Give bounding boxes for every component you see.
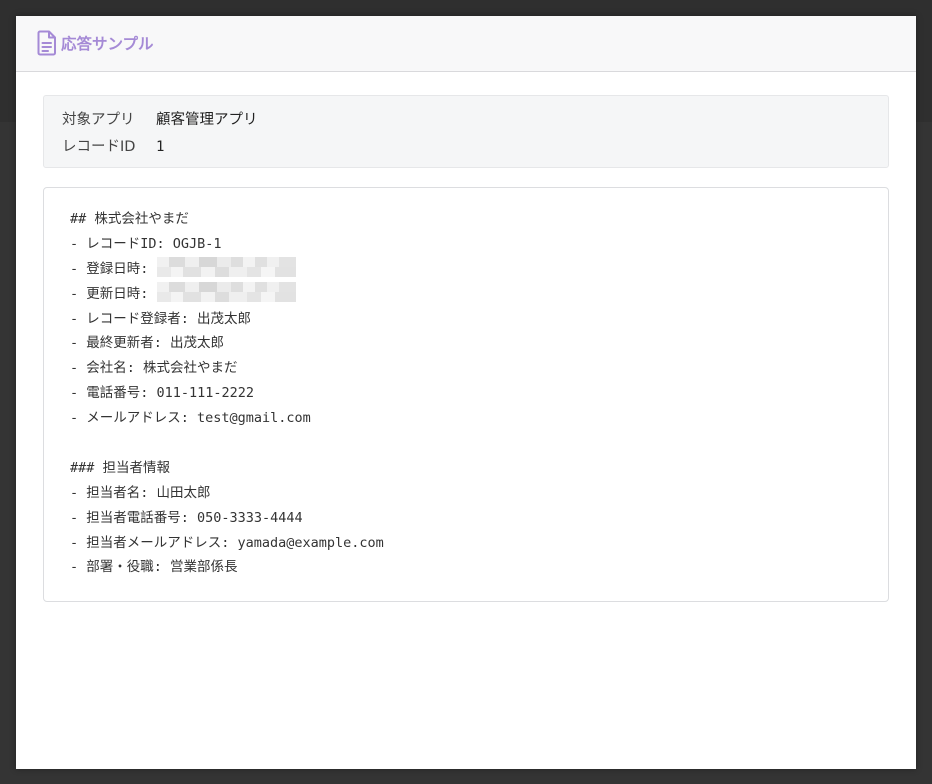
- document-icon: [37, 30, 56, 56]
- response-line: - 担当者名: 山田太郎: [70, 484, 211, 501]
- response-content: ## 株式会社やまだ - レコードID: OGJB-1 - 登録日時: - 更新日時…: [43, 187, 889, 602]
- response-line: - 部署・役職: 営業部係長: [70, 559, 238, 576]
- record-id-label: レコードID: [62, 139, 136, 155]
- response-line: - 最終更新者: 出茂太郎: [70, 335, 225, 352]
- response-line: - 担当者メールアドレス: yamada@example.com: [70, 534, 384, 551]
- response-line: - 登録日時:: [70, 257, 384, 282]
- response-line: - 会社名: 株式会社やまだ: [70, 360, 238, 377]
- response-line: ## 株式会社やまだ: [70, 211, 189, 227]
- response-line: - レコード登録者: 出茂太郎: [70, 310, 252, 327]
- response-line: - 担当者電話番号: 050-3333-4444: [70, 509, 303, 526]
- response-line: - レコードID: OGJB-1: [70, 235, 222, 252]
- modal-title: 応答サンプル: [61, 35, 154, 53]
- redacted-value: [156, 282, 296, 303]
- response-line: [70, 431, 384, 456]
- record-id-value: 1: [156, 139, 165, 155]
- target-info-panel: 対象アプリ 顧客管理アプリ レコードID 1: [43, 95, 889, 168]
- response-text: ## 株式会社やまだ - レコードID: OGJB-1 - 登録日時: - 更新日時…: [70, 207, 384, 580]
- record-id-row: レコードID 1: [62, 135, 164, 156]
- target-app-row: 対象アプリ 顧客管理アプリ: [62, 108, 258, 129]
- response-line: ### 担当者情報: [70, 459, 171, 476]
- redacted-value: [156, 257, 296, 278]
- response-sample-modal: 応答サンプル 対象アプリ 顧客管理アプリ レコードID 1 ## 株式会社やまだ - …: [16, 16, 916, 769]
- response-line: - 更新日時:: [70, 282, 384, 307]
- response-line: - 電話番号: 011-111-2222: [70, 385, 255, 402]
- target-app-value: 顧客管理アプリ: [156, 112, 258, 128]
- response-line: - メールアドレス: test@gmail.com: [70, 410, 311, 427]
- modal-header: 応答サンプル: [16, 16, 916, 72]
- target-app-label: 対象アプリ: [62, 112, 135, 128]
